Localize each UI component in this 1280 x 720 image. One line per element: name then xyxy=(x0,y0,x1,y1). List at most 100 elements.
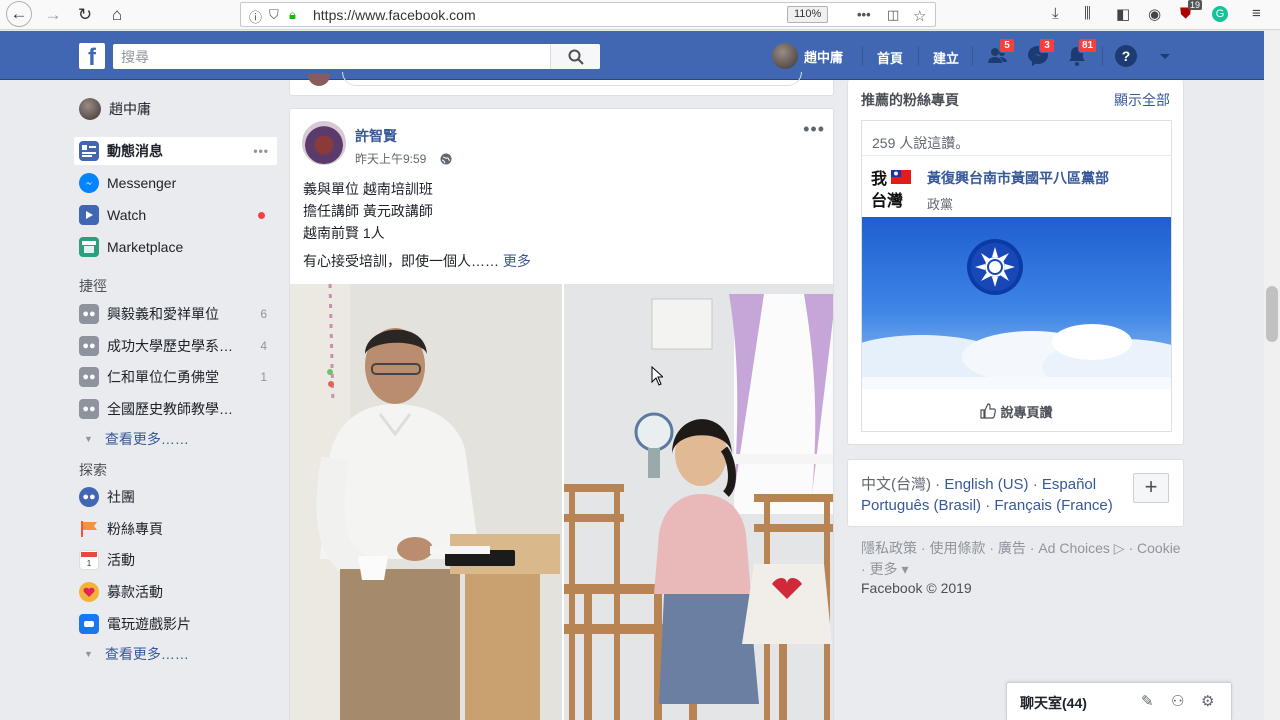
avatar[interactable] xyxy=(302,121,346,165)
sidebar-item-fundraisers[interactable]: 募款活動 xyxy=(74,578,277,606)
friend-requests-badge: 5 xyxy=(999,38,1015,53)
home-link[interactable]: 首頁 xyxy=(877,48,903,67)
language-option[interactable]: Português (Brasil) xyxy=(861,497,981,514)
profile-link[interactable]: 趙中庸 xyxy=(772,43,843,69)
post-photo-speaker[interactable] xyxy=(290,284,562,720)
messages-badge: 3 xyxy=(1039,38,1055,53)
new-content-dot xyxy=(258,211,265,219)
forward-icon[interactable]: → xyxy=(40,3,66,27)
sidebar-item-gaming-video[interactable]: 電玩遊戲影片 xyxy=(74,610,277,638)
mouse-cursor-icon xyxy=(651,366,663,386)
language-list: 中文(台灣) · English (US) · Español Portuguê… xyxy=(861,474,1131,516)
group-icon: ●● xyxy=(79,399,99,419)
post-author[interactable]: 許智賢 xyxy=(355,126,397,146)
post-timestamp[interactable]: 昨天上午9:59 xyxy=(355,150,426,167)
like-page-button[interactable]: 說專頁讚 xyxy=(862,391,1171,431)
zoom-level[interactable]: 110% xyxy=(787,6,829,23)
calendar-icon: 1 xyxy=(79,550,99,570)
shortcuts-header: 捷徑 xyxy=(79,278,107,294)
sidebar-item-news-feed[interactable]: 動態消息 ••• xyxy=(74,137,277,165)
extension-badge: 19 xyxy=(1188,0,1203,10)
composer-input[interactable] xyxy=(342,72,802,86)
page-cover-photo[interactable] xyxy=(862,217,1171,389)
sidebar-item-messenger[interactable]: Messenger xyxy=(74,169,277,197)
avatar xyxy=(772,43,798,69)
shield-icon[interactable]: ⛉ xyxy=(269,7,279,23)
sidebar-item-shortcut[interactable]: ●● 全國歷史教師教學… xyxy=(74,395,277,423)
language-option[interactable]: English (US) xyxy=(944,476,1028,493)
language-option[interactable]: Français (France) xyxy=(994,497,1112,514)
news-feed-options-icon[interactable]: ••• xyxy=(253,144,269,158)
sidebar-item-groups[interactable]: ●● 社團 xyxy=(74,483,277,511)
see-more-link[interactable]: 更多 xyxy=(503,253,531,269)
grammarly-icon[interactable]: G xyxy=(1212,6,1228,22)
address-bar[interactable]: ⓘ ⛉ 🔒︎ https://www.facebook.com 110% •••… xyxy=(240,2,936,27)
account-menu-caret-icon[interactable] xyxy=(1152,43,1178,69)
compose-message-icon[interactable]: ✎ xyxy=(1141,692,1154,710)
messenger-icon[interactable]: 3 xyxy=(1025,38,1055,69)
friend-requests-icon[interactable]: 5 xyxy=(985,38,1015,69)
bookmark-star-icon[interactable]: ☆ xyxy=(913,7,926,25)
lock-icon[interactable]: 🔒︎ xyxy=(289,7,296,23)
pocket-icon[interactable]: ◫ xyxy=(887,7,899,23)
divider xyxy=(862,155,1171,156)
search-button[interactable] xyxy=(550,44,600,69)
see-more-explore-link[interactable]: ▼ 查看更多…… xyxy=(84,644,189,664)
profile-name: 趙中庸 xyxy=(804,49,844,65)
gear-icon[interactable]: ⚙ xyxy=(1201,692,1214,710)
footer-links[interactable]: 隱私政策 · 使用條款 · 廣告 · Ad Choices ▷ · Cookie… xyxy=(861,538,1181,580)
home-icon[interactable]: ⌂ xyxy=(104,3,130,27)
globe-icon[interactable] xyxy=(440,153,452,165)
svg-text:1: 1 xyxy=(87,559,92,568)
groups-icon: ●● xyxy=(79,487,99,507)
page-name[interactable]: 黃復興台南市黃國平八區黨部 xyxy=(927,168,1109,188)
see-more-shortcuts-link[interactable]: ▼ 查看更多…… xyxy=(84,429,189,449)
chat-label: 聊天室(44) xyxy=(1020,695,1087,711)
download-icon[interactable]: ⤓ xyxy=(1052,5,1059,22)
sidebar-item-label: 動態消息 xyxy=(107,143,163,159)
sidebar-item-shortcut[interactable]: ●● 興毅義和愛祥單位 6 xyxy=(74,300,277,328)
help-icon[interactable]: ? xyxy=(1113,43,1139,69)
sidebar-item-label: 全國歷史教師教學… xyxy=(107,401,233,417)
create-link[interactable]: 建立 xyxy=(933,48,959,67)
url-text[interactable]: https://www.facebook.com xyxy=(313,7,476,23)
chat-sidebar-tab[interactable]: 聊天室(44) ✎ ⚇ ⚙ xyxy=(1006,682,1232,720)
more-languages-button[interactable]: + xyxy=(1133,473,1169,503)
back-icon[interactable]: ← xyxy=(6,1,32,27)
language-option[interactable]: Español xyxy=(1042,476,1096,493)
svg-text:?: ? xyxy=(1122,48,1131,64)
sidebar-item-watch[interactable]: Watch xyxy=(74,201,277,229)
post-line: 越南前賢 1人 xyxy=(303,225,385,241)
new-group-icon[interactable]: ⚇ xyxy=(1171,692,1184,710)
facebook-logo-icon[interactable]: f xyxy=(79,43,105,69)
page-scrollbar[interactable] xyxy=(1264,31,1280,720)
page-logo[interactable]: 我 台灣 xyxy=(871,167,915,210)
divider xyxy=(972,46,973,66)
separator: · xyxy=(1028,476,1042,493)
see-all-link[interactable]: 顯示全部 xyxy=(1114,90,1170,110)
sidebar-item-shortcut[interactable]: ●● 仁和單位仁勇佛堂 1 xyxy=(74,363,277,391)
sidebar-item-pages[interactable]: 粉絲專頁 xyxy=(74,515,277,543)
library-icon[interactable]: ⫼ xyxy=(1084,5,1091,22)
explore-header: 探索 xyxy=(79,462,107,478)
sidebar-item-shortcut[interactable]: ●● 成功大學歷史學系… 4 xyxy=(74,332,277,360)
group-icon: ●● xyxy=(79,304,99,324)
search-box xyxy=(113,44,600,69)
sidebar-item-marketplace[interactable]: Marketplace xyxy=(74,233,277,261)
post-options-icon[interactable]: ••• xyxy=(803,119,825,140)
sidebar-item-label: 活動 xyxy=(107,552,135,568)
sidebar-item-profile[interactable]: 趙中庸 xyxy=(74,95,277,123)
page-actions-icon[interactable]: ••• xyxy=(857,7,871,22)
account-icon[interactable]: ◉ xyxy=(1148,5,1161,23)
sidebar-item-events[interactable]: 1 活動 xyxy=(74,546,277,574)
extension-shield-icon[interactable]: ⛊ 19 xyxy=(1180,0,1203,22)
notifications-bell-icon[interactable]: 81 xyxy=(1064,38,1098,69)
post-photo-student[interactable] xyxy=(564,284,833,720)
scrollbar-thumb[interactable] xyxy=(1266,286,1278,342)
search-input[interactable] xyxy=(113,44,550,69)
info-icon[interactable]: ⓘ xyxy=(249,7,262,26)
sidebar-icon[interactable]: ◧ xyxy=(1116,5,1130,23)
sidebar-item-label: 募款活動 xyxy=(107,584,163,600)
reload-icon[interactable]: ↻ xyxy=(72,3,98,27)
menu-icon[interactable]: ≡ xyxy=(1252,5,1261,22)
